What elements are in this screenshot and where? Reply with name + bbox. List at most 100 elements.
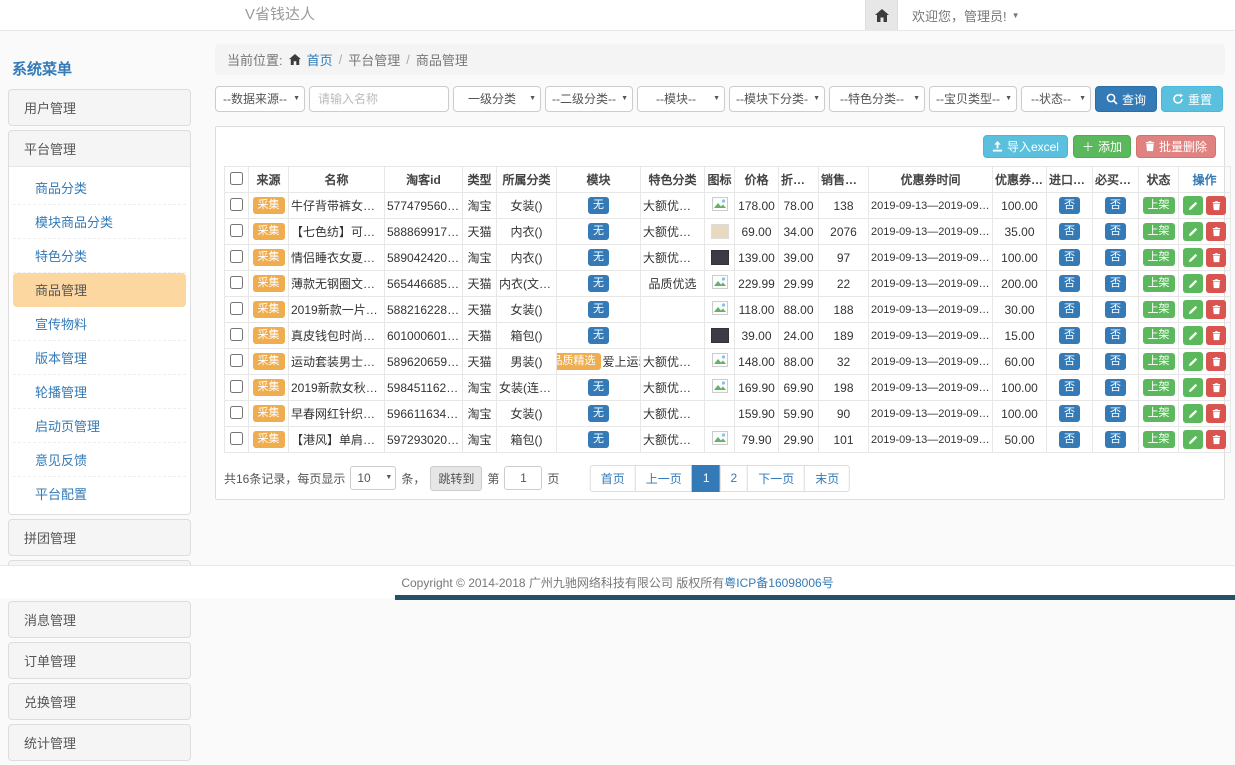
status-badge[interactable]: 上架 [1143, 249, 1175, 266]
edit-button[interactable] [1183, 404, 1203, 423]
row-checkbox[interactable] [230, 328, 243, 341]
must-buy-toggle[interactable]: 否 [1105, 223, 1126, 240]
row-checkbox[interactable] [230, 198, 243, 211]
import-select-toggle[interactable]: 否 [1059, 275, 1080, 292]
status-badge[interactable]: 上架 [1143, 275, 1175, 292]
status-badge[interactable]: 上架 [1143, 223, 1175, 240]
import-select-toggle[interactable]: 否 [1059, 431, 1080, 448]
delete-button[interactable] [1206, 300, 1226, 319]
must-buy-toggle[interactable]: 否 [1105, 431, 1126, 448]
sidebar-item-消息管理[interactable]: 消息管理 [9, 602, 190, 637]
edit-button[interactable] [1183, 430, 1203, 449]
import-excel-button[interactable]: 导入excel [983, 135, 1068, 158]
must-buy-toggle[interactable]: 否 [1105, 405, 1126, 422]
delete-button[interactable] [1206, 352, 1226, 371]
batch-delete-button[interactable]: 批量删除 [1136, 135, 1216, 158]
filter-select---模块下分类--[interactable]: --模块下分类-- [729, 86, 825, 112]
sidebar-item-用户管理[interactable]: 用户管理 [9, 90, 190, 125]
import-select-toggle[interactable]: 否 [1059, 379, 1080, 396]
jump-button[interactable]: 跳转到 [430, 466, 482, 491]
edit-button[interactable] [1183, 248, 1203, 267]
breadcrumb-home-link[interactable]: 首页 [307, 50, 333, 69]
must-buy-toggle[interactable]: 否 [1105, 353, 1126, 370]
pager-button-2[interactable]: 2 [720, 465, 749, 492]
home-button[interactable] [865, 0, 898, 30]
pager-button-下一页[interactable]: 下一页 [747, 465, 805, 492]
select-all-checkbox[interactable] [230, 172, 243, 185]
sidebar-subitem-启动页管理[interactable]: 启动页管理 [13, 409, 186, 443]
status-badge[interactable]: 上架 [1143, 327, 1175, 344]
import-select-toggle[interactable]: 否 [1059, 223, 1080, 240]
pager-button-末页[interactable]: 末页 [804, 465, 850, 492]
filter-select-一级分类[interactable]: 一级分类 [453, 86, 541, 112]
sidebar-subitem-宣传物料[interactable]: 宣传物料 [13, 307, 186, 341]
edit-button[interactable] [1183, 222, 1203, 241]
delete-button[interactable] [1206, 248, 1226, 267]
delete-button[interactable] [1206, 326, 1226, 345]
pager-button-1[interactable]: 1 [692, 465, 721, 492]
filter-select---特色分类--[interactable]: --特色分类-- [829, 86, 925, 112]
delete-button[interactable] [1206, 378, 1226, 397]
import-select-toggle[interactable]: 否 [1059, 301, 1080, 318]
edit-button[interactable] [1183, 378, 1203, 397]
delete-button[interactable] [1206, 274, 1226, 293]
search-button[interactable]: 查询 [1095, 86, 1157, 112]
sidebar-subitem-版本管理[interactable]: 版本管理 [13, 341, 186, 375]
row-checkbox[interactable] [230, 302, 243, 315]
status-badge[interactable]: 上架 [1143, 301, 1175, 318]
search-input[interactable] [309, 86, 449, 112]
sidebar-item-订单管理[interactable]: 订单管理 [9, 643, 190, 678]
must-buy-toggle[interactable]: 否 [1105, 275, 1126, 292]
filter-select---宝贝类型--[interactable]: --宝贝类型-- [929, 86, 1017, 112]
row-checkbox[interactable] [230, 250, 243, 263]
must-buy-toggle[interactable]: 否 [1105, 197, 1126, 214]
row-checkbox[interactable] [230, 380, 243, 393]
status-badge[interactable]: 上架 [1143, 197, 1175, 214]
sidebar-subitem-轮播管理[interactable]: 轮播管理 [13, 375, 186, 409]
status-badge[interactable]: 上架 [1143, 405, 1175, 422]
status-badge[interactable]: 上架 [1143, 353, 1175, 370]
edit-button[interactable] [1183, 274, 1203, 293]
import-select-toggle[interactable]: 否 [1059, 197, 1080, 214]
sidebar-subitem-平台配置[interactable]: 平台配置 [13, 477, 186, 510]
filter-select---模块--[interactable]: --模块-- [637, 86, 725, 112]
import-select-toggle[interactable]: 否 [1059, 405, 1080, 422]
edit-button[interactable] [1183, 196, 1203, 215]
filter-select---状态--[interactable]: --状态-- [1021, 86, 1091, 112]
row-checkbox[interactable] [230, 432, 243, 445]
filter-select---数据来源--[interactable]: --数据来源-- [215, 86, 305, 112]
jump-page-input[interactable] [504, 466, 542, 490]
status-badge[interactable]: 上架 [1143, 379, 1175, 396]
filter-select---二级分类--[interactable]: --二级分类-- [545, 86, 633, 112]
must-buy-toggle[interactable]: 否 [1105, 249, 1126, 266]
row-checkbox[interactable] [230, 406, 243, 419]
delete-button[interactable] [1206, 222, 1226, 241]
add-button[interactable]: ＋ 添加 [1073, 135, 1131, 158]
status-badge[interactable]: 上架 [1143, 431, 1175, 448]
user-menu[interactable]: 欢迎您，管理员! ▼ [898, 6, 1034, 25]
must-buy-toggle[interactable]: 否 [1105, 327, 1126, 344]
edit-button[interactable] [1183, 300, 1203, 319]
pager-button-首页[interactable]: 首页 [590, 465, 636, 492]
reset-button[interactable]: 重置 [1161, 86, 1223, 112]
sidebar-subitem-商品管理[interactable]: 商品管理 [13, 273, 186, 307]
sidebar-subitem-意见反馈[interactable]: 意见反馈 [13, 443, 186, 477]
sidebar-subitem-特色分类[interactable]: 特色分类 [13, 239, 186, 273]
icp-link[interactable]: 粤ICP备16098006号 [724, 574, 833, 591]
import-select-toggle[interactable]: 否 [1059, 353, 1080, 370]
sidebar-item-统计管理[interactable]: 统计管理 [9, 725, 190, 760]
row-checkbox[interactable] [230, 276, 243, 289]
sidebar-subitem-商品分类[interactable]: 商品分类 [13, 171, 186, 205]
sidebar-item-拼团管理[interactable]: 拼团管理 [9, 520, 190, 555]
sidebar-item-兑换管理[interactable]: 兑换管理 [9, 684, 190, 719]
delete-button[interactable] [1206, 430, 1226, 449]
per-page-select[interactable]: 10 [350, 466, 396, 490]
edit-button[interactable] [1183, 352, 1203, 371]
row-checkbox[interactable] [230, 354, 243, 367]
sidebar-subitem-模块商品分类[interactable]: 模块商品分类 [13, 205, 186, 239]
row-checkbox[interactable] [230, 224, 243, 237]
must-buy-toggle[interactable]: 否 [1105, 301, 1126, 318]
must-buy-toggle[interactable]: 否 [1105, 379, 1126, 396]
delete-button[interactable] [1206, 404, 1226, 423]
import-select-toggle[interactable]: 否 [1059, 327, 1080, 344]
